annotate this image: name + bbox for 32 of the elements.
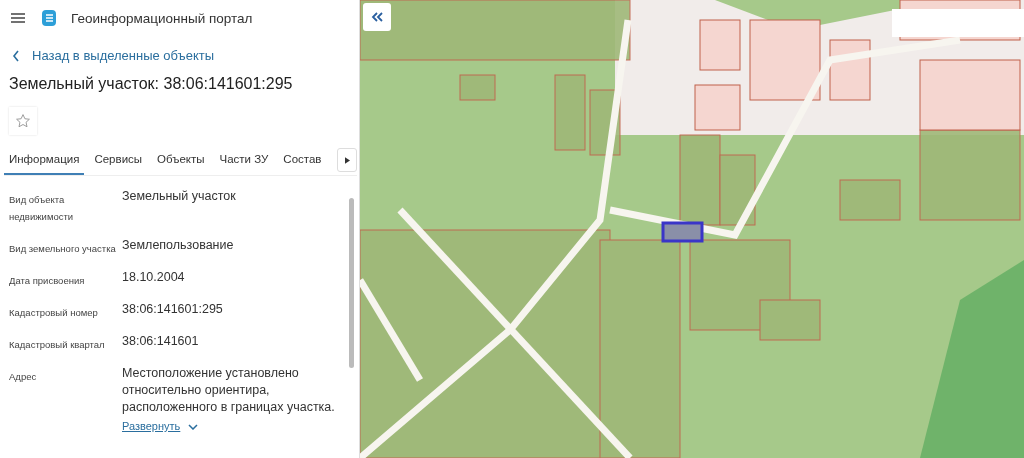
tab[interactable]: Сервисы	[89, 145, 148, 175]
portal-title: Геоинформационный портал	[71, 10, 253, 26]
collapse-panel-button[interactable]	[363, 3, 391, 31]
property-label: Кадастровый номер	[9, 306, 99, 320]
property-value: Местоположение установлено относительно ориентира, расположенного в границах участка.	[122, 365, 336, 416]
menu-icon[interactable]	[11, 13, 25, 23]
property-value: 18.10.2004	[122, 269, 186, 286]
property-value: 38:06:141601:295	[122, 301, 224, 318]
tab[interactable]: Части ЗУ	[214, 145, 274, 175]
star-icon	[15, 113, 31, 129]
chevron-left-icon	[12, 49, 20, 62]
tab[interactable]: Объекты	[152, 145, 210, 175]
tab[interactable]: Информация	[4, 145, 85, 175]
property-value: Землепользование	[122, 237, 235, 254]
property-label: Кадастровый квартал	[9, 338, 106, 352]
property-value: 38:06:141601	[122, 333, 200, 350]
double-chevron-left-icon	[371, 12, 383, 22]
search-field[interactable]	[892, 9, 1024, 37]
property-label: Дата присвоения	[9, 274, 86, 288]
object-title: Земельный участок: 38:06:141601:295	[9, 75, 294, 93]
property-value: Земельный участок	[122, 188, 237, 205]
tab[interactable]: Состав	[278, 145, 327, 175]
back-link[interactable]: Назад в выделенные объекты	[12, 48, 359, 63]
expand-link[interactable]: Развернуть	[122, 418, 199, 435]
property-label: Адрес	[9, 370, 38, 384]
document-icon	[41, 9, 57, 27]
property-label: Вид объекта недвижимости	[9, 193, 75, 224]
tab-scroll-button[interactable]	[337, 148, 357, 172]
chevron-down-icon	[188, 423, 199, 430]
triangle-right-icon	[344, 156, 350, 164]
property-label: Вид земельного участка	[9, 242, 117, 256]
favorite-button[interactable]	[9, 107, 37, 135]
